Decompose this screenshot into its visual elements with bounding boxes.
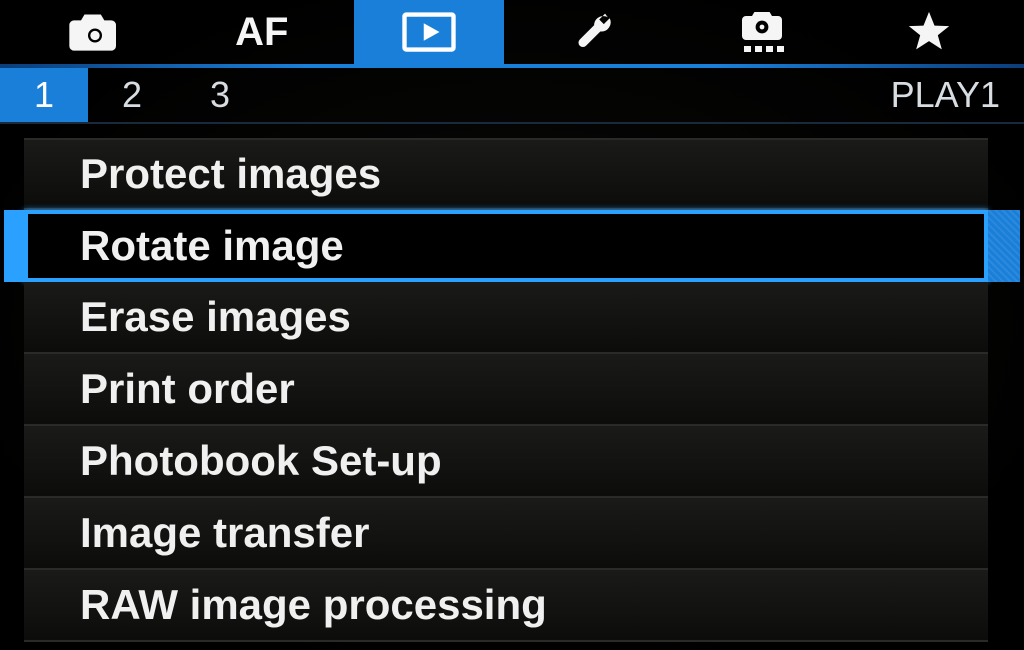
- menu-list: Protect images Rotate image Erase images…: [0, 124, 1024, 650]
- menu-item-image-transfer[interactable]: Image transfer: [24, 498, 988, 570]
- page-tab-3[interactable]: 3: [176, 68, 264, 122]
- menu-item-photobook-setup[interactable]: Photobook Set-up: [24, 426, 988, 498]
- star-icon: [901, 10, 957, 54]
- tab-setup[interactable]: [520, 0, 670, 64]
- menu-item-print-order[interactable]: Print order: [24, 354, 988, 426]
- camera-sliders-icon: [734, 10, 790, 54]
- page-tab-2[interactable]: 2: [88, 68, 176, 122]
- tab-playback[interactable]: [354, 0, 504, 64]
- tab-autofocus[interactable]: AF: [187, 0, 337, 64]
- tab-mymenu[interactable]: [854, 0, 1004, 64]
- menu-item-erase-images[interactable]: Erase images: [24, 282, 988, 354]
- wrench-icon: [567, 10, 623, 54]
- top-tab-bar: AF: [0, 0, 1024, 64]
- menu-item-rotate-image[interactable]: Rotate image: [24, 210, 988, 282]
- camera-icon: [67, 10, 123, 54]
- tab-custom[interactable]: [687, 0, 837, 64]
- page-tab-bar: 1 2 3 PLAY1: [0, 68, 1024, 124]
- menu-item-protect-images[interactable]: Protect images: [24, 138, 988, 210]
- af-icon: AF: [235, 10, 288, 55]
- page-name-label: PLAY1: [891, 74, 1024, 116]
- menu-item-raw-processing[interactable]: RAW image processing: [24, 570, 988, 642]
- tab-shooting[interactable]: [20, 0, 170, 64]
- playback-icon: [401, 10, 457, 54]
- camera-menu-screen: AF: [0, 0, 1024, 650]
- page-tab-1[interactable]: 1: [0, 68, 88, 122]
